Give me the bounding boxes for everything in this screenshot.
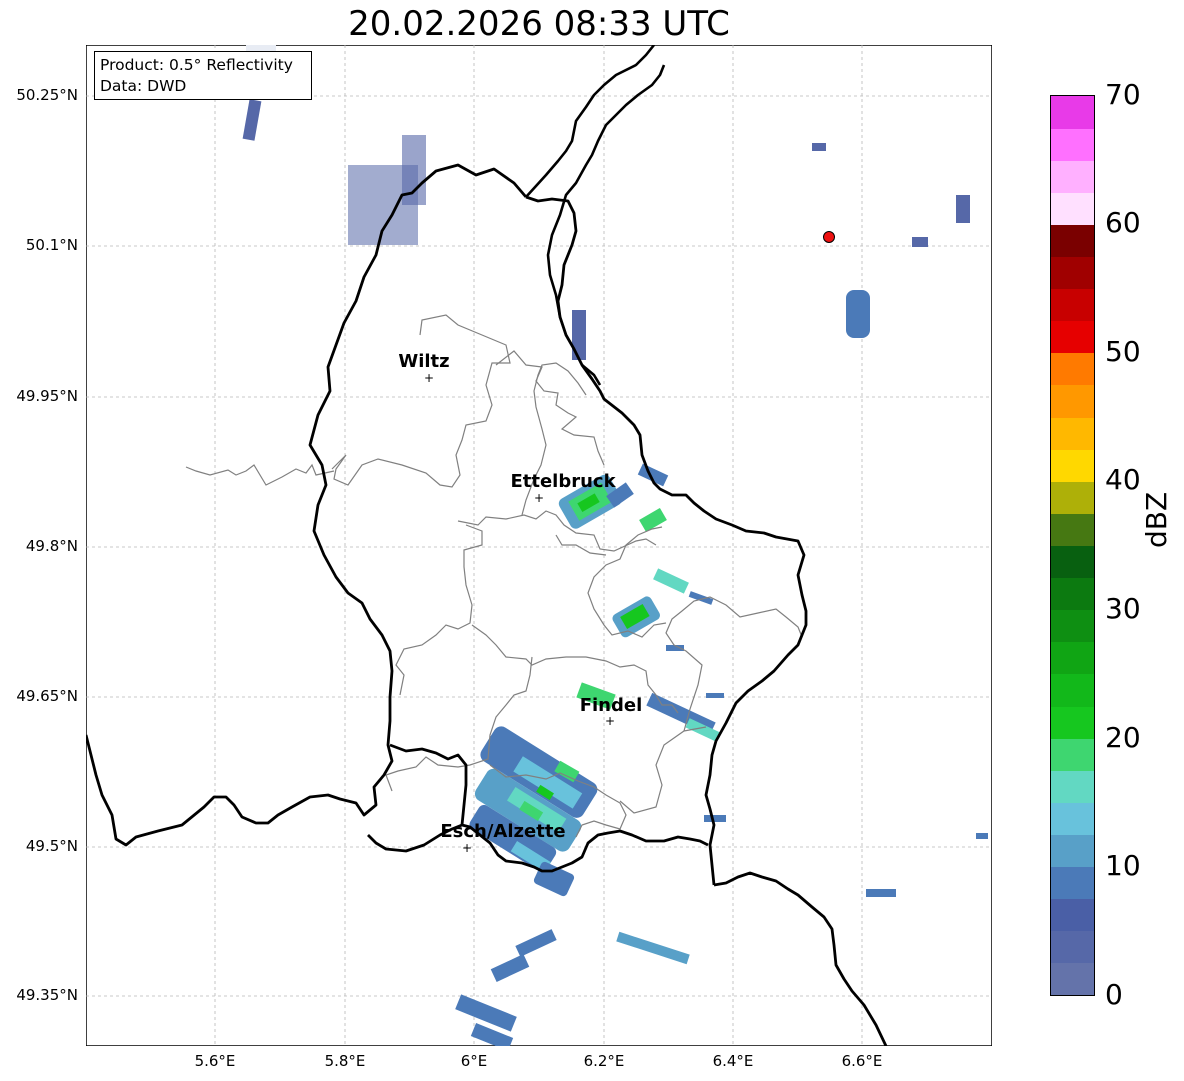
product-label: Product: 0.5° Reflectivity [100, 56, 293, 74]
data-source-label: Data: DWD [100, 77, 187, 95]
colorbar-segment [1051, 224, 1094, 258]
colorbar-segment [1051, 545, 1094, 579]
lat-label: 49.95°N [16, 387, 78, 405]
lat-label: 49.35°N [16, 986, 78, 1004]
colorbar-segment [1051, 898, 1094, 932]
colorbar-segment [1051, 96, 1094, 129]
city-marker: + [462, 841, 472, 855]
city-label: Findel [580, 695, 643, 716]
colorbar-segment [1051, 481, 1094, 514]
map-title: 20.02.2026 08:33 UTC [348, 4, 730, 44]
colorbar-segment [1051, 417, 1094, 450]
lat-label: 49.8°N [25, 537, 78, 555]
city-marker: + [424, 371, 434, 385]
city-marker: + [534, 491, 544, 505]
city-label: Ettelbruck [510, 471, 616, 492]
lat-label: 49.5°N [25, 837, 78, 855]
radar-site-marker[interactable] [823, 231, 835, 243]
colorbar-segment [1051, 577, 1094, 611]
colorbar-segment [1051, 320, 1094, 354]
colorbar-segment [1051, 449, 1094, 482]
colorbar-segment [1051, 384, 1094, 418]
city-label: Wiltz [398, 351, 449, 372]
colorbar-segment [1051, 192, 1094, 225]
product-info-box: Product: 0.5° Reflectivity Data: DWD [94, 51, 312, 100]
colorbar-segment [1051, 866, 1094, 900]
colorbar-tick: 60 [1105, 206, 1141, 239]
city-marker: + [605, 714, 615, 728]
colorbar-tick: 70 [1105, 78, 1141, 111]
colorbar-segment [1051, 673, 1094, 707]
lon-label: 5.8°E [324, 1052, 366, 1070]
colorbar-segment [1051, 930, 1094, 964]
colorbar-label: dBZ [1140, 491, 1173, 548]
colorbar-segment [1051, 160, 1094, 193]
colorbar-segment [1051, 770, 1094, 803]
colorbar-tick: 0 [1105, 978, 1123, 1011]
colorbar-segment [1051, 738, 1094, 771]
colorbar-segment [1051, 256, 1094, 290]
colorbar-tick: 20 [1105, 721, 1141, 754]
colorbar-segment [1051, 609, 1094, 643]
colorbar-tick: 30 [1105, 592, 1141, 625]
colorbar-segment [1051, 706, 1094, 739]
colorbar-segment [1051, 288, 1094, 322]
colorbar-segment [1051, 641, 1094, 675]
colorbar-tick: 10 [1105, 849, 1141, 882]
colorbar-segment [1051, 128, 1094, 161]
colorbar-segment [1051, 962, 1094, 996]
radar-map[interactable]: Wiltz + Ettelbruck + Findel + Esch/Alzet… [86, 45, 992, 1046]
colorbar-segment [1051, 802, 1094, 835]
lon-label: 6.4°E [712, 1052, 754, 1070]
lon-label: 6.2°E [583, 1052, 625, 1070]
lat-label: 50.25°N [16, 86, 78, 104]
lon-label: 6.6°E [841, 1052, 883, 1070]
lon-label: 6°E [460, 1052, 488, 1070]
colorbar-tick: 50 [1105, 335, 1141, 368]
colorbar-tick: 40 [1105, 463, 1141, 496]
lon-label: 5.6°E [194, 1052, 236, 1070]
lat-label: 49.65°N [16, 687, 78, 705]
colorbar-segment [1051, 513, 1094, 546]
colorbar [1050, 95, 1095, 996]
lat-label: 50.1°N [25, 236, 78, 254]
colorbar-segment [1051, 352, 1094, 386]
city-label: Esch/Alzette [440, 821, 565, 842]
colorbar-segment [1051, 834, 1094, 868]
